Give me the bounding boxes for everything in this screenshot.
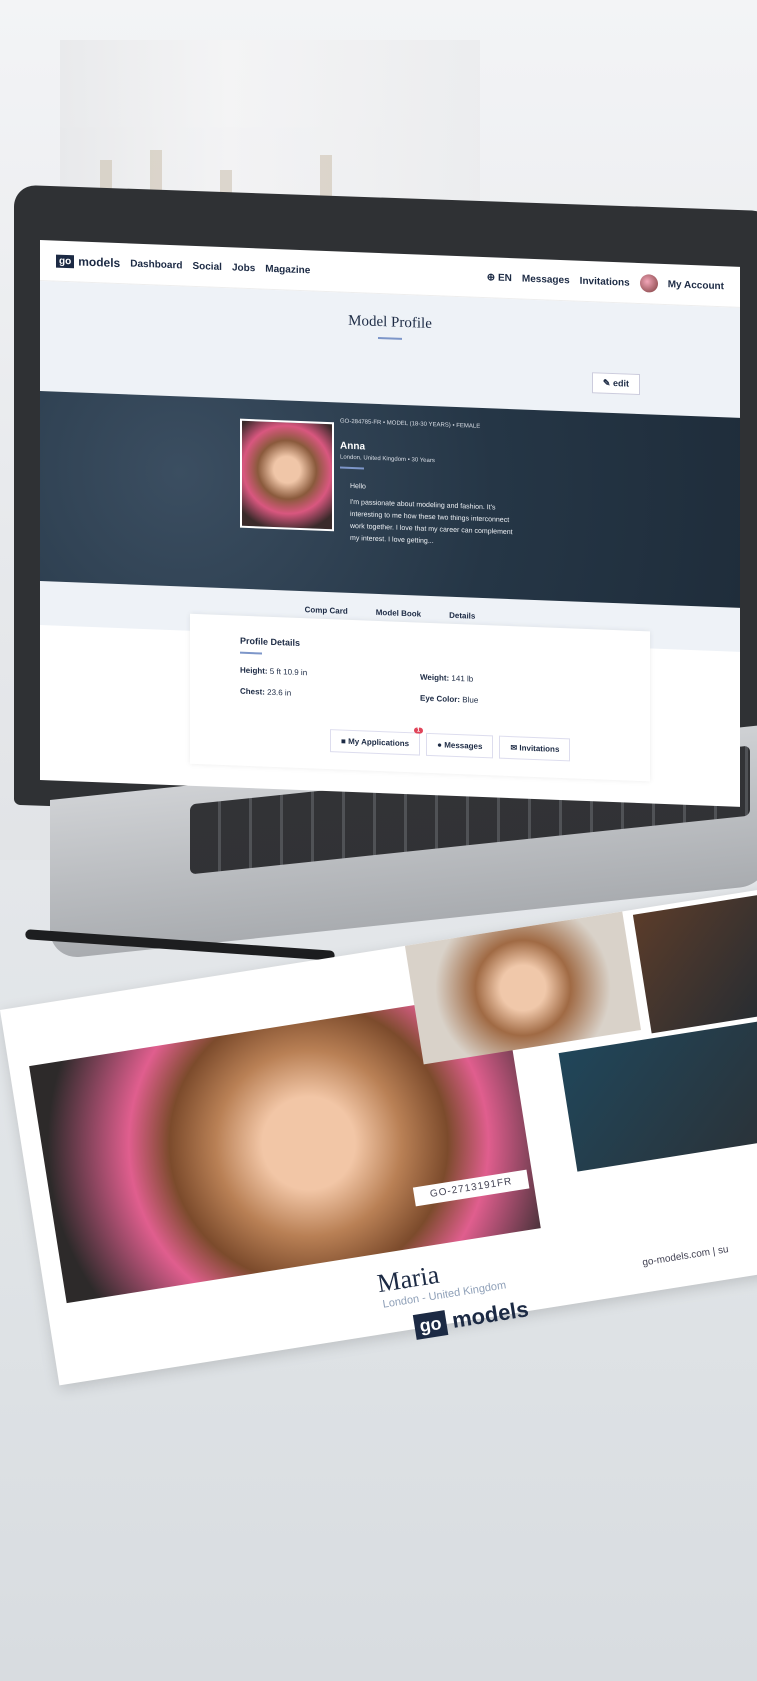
detail-eye-color: Eye Color: Blue bbox=[420, 694, 600, 710]
nav-my-account[interactable]: My Account bbox=[668, 279, 724, 292]
nav-magazine[interactable]: Magazine bbox=[265, 263, 310, 276]
nav-right: ⊕ EN Messages Invitations My Account bbox=[487, 268, 724, 295]
bio-text: I'm passionate about modeling and fashio… bbox=[350, 498, 513, 546]
detail-weight: Weight: 141 lb bbox=[420, 673, 600, 689]
globe-icon: ⊕ bbox=[486, 271, 496, 283]
laptop-screen: go models Dashboard Social Jobs Magazine… bbox=[40, 240, 740, 807]
detail-height: Height: 5 ft 10.9 in bbox=[240, 666, 420, 682]
profile-location: London, United Kingdom • 30 Years bbox=[340, 454, 435, 465]
edit-button[interactable]: ✎ edit bbox=[591, 372, 640, 396]
profile-name: Anna bbox=[340, 440, 365, 453]
detail-value: Blue bbox=[462, 695, 479, 705]
detail-chest: Chest: 23.6 in bbox=[240, 687, 420, 703]
comp-card-website: go-models.com | su bbox=[641, 1244, 730, 1269]
applications-label: My Applications bbox=[348, 736, 410, 749]
site-logo[interactable]: go models bbox=[56, 254, 120, 270]
profile-hero: GO-284785-FR • MODEL (18-30 YEARS) • FEM… bbox=[40, 391, 740, 608]
edit-label: edit bbox=[612, 378, 629, 389]
comp-card-photo bbox=[632, 891, 757, 1034]
avatar[interactable] bbox=[639, 274, 658, 293]
nav-invitations[interactable]: Invitations bbox=[580, 275, 630, 288]
logo-text: models bbox=[78, 254, 121, 271]
chat-icon: ● bbox=[437, 740, 442, 750]
details-underline bbox=[240, 651, 262, 655]
nav-social[interactable]: Social bbox=[192, 260, 221, 272]
detail-label: Chest: bbox=[240, 686, 265, 697]
invitations-label: Invitations bbox=[519, 743, 560, 754]
comp-card-photo bbox=[558, 1014, 757, 1172]
profile-photo bbox=[240, 418, 334, 532]
bio-greeting: Hello bbox=[350, 482, 366, 491]
profile-divider bbox=[340, 466, 364, 470]
detail-label: Height: bbox=[240, 665, 268, 676]
notification-badge: 1 bbox=[413, 727, 424, 734]
profile-bio: Hello I'm passionate about modeling and … bbox=[350, 481, 520, 552]
language-selector[interactable]: ⊕ EN bbox=[487, 272, 512, 284]
details-heading: Profile Details bbox=[240, 635, 301, 648]
profile-details-card: Profile Details Height: 5 ft 10.9 in Wei… bbox=[190, 613, 650, 782]
profile-id-line: GO-284785-FR • MODEL (18-30 YEARS) • FEM… bbox=[340, 418, 481, 430]
nav-messages[interactable]: Messages bbox=[522, 273, 570, 286]
my-applications-button[interactable]: ■ My Applications 1 bbox=[330, 727, 424, 756]
detail-value: 141 lb bbox=[451, 673, 474, 684]
pencil-icon: ✎ bbox=[602, 377, 611, 388]
messages-label: Messages bbox=[444, 740, 483, 751]
language-label: EN bbox=[497, 272, 512, 284]
title-underline bbox=[378, 336, 402, 340]
details-grid: Height: 5 ft 10.9 in Weight: 141 lb Ches… bbox=[240, 666, 600, 710]
detail-label: Weight: bbox=[420, 672, 450, 683]
briefcase-icon: ■ bbox=[341, 736, 346, 746]
invitations-button[interactable]: ✉ Invitations bbox=[499, 735, 571, 762]
invitation-icon: ✉ bbox=[510, 743, 518, 753]
messages-button[interactable]: ● Messages bbox=[426, 732, 494, 759]
nav-dashboard[interactable]: Dashboard bbox=[130, 258, 182, 271]
detail-value: 23.6 in bbox=[267, 687, 292, 698]
nav-jobs[interactable]: Jobs bbox=[232, 262, 255, 274]
detail-label: Eye Color: bbox=[420, 693, 461, 705]
detail-value: 5 ft 10.9 in bbox=[269, 666, 308, 678]
logo-box: go bbox=[412, 1309, 449, 1340]
logo-box: go bbox=[56, 254, 75, 268]
